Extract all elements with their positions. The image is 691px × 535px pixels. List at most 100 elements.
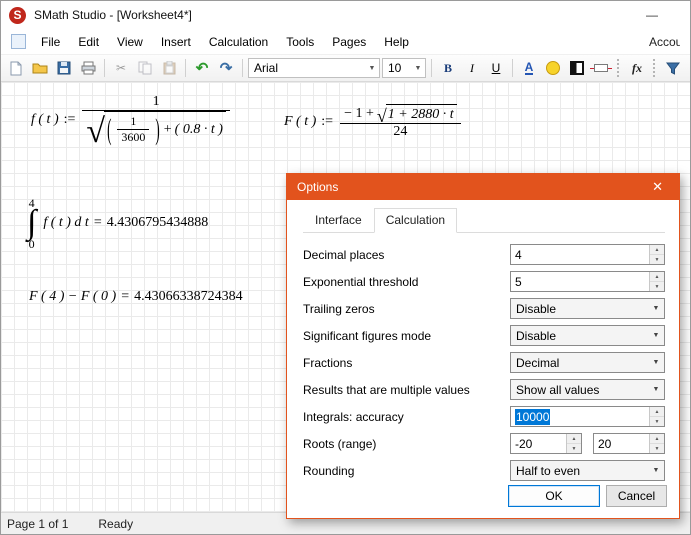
spin-up-icon[interactable]: ▲ [650, 272, 664, 282]
italic-button[interactable]: I [461, 57, 483, 79]
spin-up-icon[interactable]: ▲ [650, 245, 664, 255]
highlight-color-icon[interactable] [542, 57, 564, 79]
multiple-values-select[interactable]: Show all values ▼ [510, 379, 665, 400]
roots-min-stepper[interactable]: -20 ▲ ▼ [510, 433, 582, 454]
rounding-select[interactable]: Half to even ▼ [510, 460, 665, 481]
square-root: √ 1 + 2880 · t [377, 104, 457, 123]
field-value: -20 [511, 437, 566, 451]
separator-insert-button[interactable] [590, 57, 612, 79]
spin-buttons[interactable]: ▲ ▼ [649, 245, 664, 264]
formula-F-definition[interactable]: F ( t ) := − 1 + √ 1 + 2880 · t 24 [284, 104, 463, 140]
menu-help[interactable]: Help [375, 31, 418, 53]
underline-button[interactable]: U [485, 57, 507, 79]
significant-figures-select[interactable]: Disable ▼ [510, 325, 665, 346]
undo-icon[interactable]: ↶ [191, 57, 213, 79]
smath-logo-icon: S [9, 7, 26, 24]
spin-up-icon[interactable]: ▲ [650, 434, 664, 444]
integral-icon: ∫ [27, 209, 36, 238]
toolbar-separator [431, 59, 432, 77]
field-value: Decimal [516, 356, 559, 370]
integrals-accuracy-stepper[interactable]: 10000 ▲ ▼ [510, 406, 665, 427]
cut-icon[interactable]: ✂ [110, 57, 132, 79]
bold-button[interactable]: B [437, 57, 459, 79]
spin-down-icon[interactable]: ▼ [567, 444, 581, 453]
formula-f-definition[interactable]: f ( t ) := 1 √ ( 1 3600 ) + [31, 94, 232, 145]
save-icon[interactable] [53, 57, 75, 79]
roots-max-stepper[interactable]: 20 ▲ ▼ [593, 433, 665, 454]
menu-view[interactable]: View [108, 31, 152, 53]
menu-account[interactable]: Account [649, 35, 680, 49]
dialog-buttons: OK Cancel [508, 485, 667, 507]
minimize-button[interactable]: — [636, 6, 668, 24]
paren-open: ( [107, 111, 111, 148]
menu-file[interactable]: File [32, 31, 69, 53]
close-icon[interactable]: ✕ [646, 177, 669, 197]
spin-buttons[interactable]: ▲ ▼ [566, 434, 581, 453]
tab-interface[interactable]: Interface [303, 208, 374, 233]
difference-result: 4.43066338724384 [134, 289, 243, 305]
inner-fraction: 1 3600 [117, 114, 149, 145]
copy-icon[interactable] [134, 57, 156, 79]
new-page-icon[interactable] [5, 57, 27, 79]
ok-button[interactable]: OK [508, 485, 600, 507]
document-icon[interactable] [11, 34, 26, 49]
function-button[interactable]: fx [626, 57, 648, 79]
chevron-down-icon: ▼ [411, 65, 425, 72]
spin-down-icon[interactable]: ▼ [650, 417, 664, 426]
font-size-combo[interactable]: 10 ▼ [382, 58, 426, 78]
redo-icon[interactable]: ↷ [215, 57, 237, 79]
field-label: Decimal places [303, 248, 510, 262]
spin-up-icon[interactable]: ▲ [567, 434, 581, 444]
cancel-button[interactable]: Cancel [606, 485, 667, 507]
math-lhs: f ( t ) [31, 112, 59, 128]
menu-tools[interactable]: Tools [277, 31, 323, 53]
formula-integral[interactable]: 4 ∫ 0 f ( t ) d t = 4.4306795434888 [27, 197, 208, 250]
decimal-places-stepper[interactable]: 4 ▲ ▼ [510, 244, 665, 265]
open-folder-icon[interactable] [29, 57, 51, 79]
fractions-select[interactable]: Decimal ▼ [510, 352, 665, 373]
menu-insert[interactable]: Insert [152, 31, 200, 53]
spin-buttons[interactable]: ▲ ▼ [649, 407, 664, 426]
spin-buttons[interactable]: ▲ ▼ [649, 272, 664, 291]
window-titlebar[interactable]: S SMath Studio - [Worksheet4*] — [1, 1, 690, 29]
window-title: SMath Studio - [Worksheet4*] [34, 8, 636, 22]
trailing-zeros-select[interactable]: Disable ▼ [510, 298, 665, 319]
fraction-numerator: − 1 + √ 1 + 2880 · t [340, 104, 461, 123]
yellow-circle-icon [546, 61, 560, 75]
exponential-threshold-stepper[interactable]: 5 ▲ ▼ [510, 271, 665, 292]
spin-down-icon[interactable]: ▼ [650, 282, 664, 291]
spin-down-icon[interactable]: ▼ [650, 255, 664, 264]
formula-difference[interactable]: F ( 4 ) − F ( 0 ) = 4.43066338724384 [29, 289, 243, 305]
radical-body: ( 1 3600 ) + ( 0.8 · t ) [104, 111, 226, 145]
spin-buttons[interactable]: ▲ ▼ [649, 434, 664, 453]
field-value: Disable [516, 329, 556, 343]
menu-pages[interactable]: Pages [323, 31, 375, 53]
paste-icon[interactable] [158, 57, 180, 79]
row-fractions: Fractions Decimal ▼ [303, 349, 665, 376]
field-value: Disable [516, 302, 556, 316]
toolbar-separator [512, 59, 513, 77]
status-text: Ready [98, 517, 133, 531]
menu-bar: File Edit View Insert Calculation Tools … [1, 29, 690, 55]
fraction-denominator: 24 [389, 124, 411, 140]
print-icon[interactable] [77, 57, 99, 79]
font-family-value: Arial [254, 61, 278, 75]
radicand: 1 + 2880 · t [388, 107, 454, 123]
spin-up-icon[interactable]: ▲ [650, 407, 664, 417]
page-indicator: Page 1 of 1 [7, 517, 68, 531]
filter-icon[interactable] [662, 57, 684, 79]
dialog-titlebar[interactable]: Options ✕ [287, 174, 679, 200]
dash-box-icon [594, 64, 608, 72]
row-significant-figures: Significant figures mode Disable ▼ [303, 322, 665, 349]
radical-icon: √ [86, 118, 105, 145]
font-family-combo[interactable]: Arial ▼ [248, 58, 380, 78]
dialog-title: Options [297, 180, 338, 194]
border-button[interactable] [566, 57, 588, 79]
menu-calculation[interactable]: Calculation [200, 31, 277, 53]
spin-down-icon[interactable]: ▼ [650, 444, 664, 453]
font-color-button[interactable]: A [518, 57, 540, 79]
equals-sign: = [121, 289, 129, 305]
field-value: 5 [511, 275, 649, 289]
tab-calculation[interactable]: Calculation [374, 208, 457, 233]
menu-edit[interactable]: Edit [69, 31, 108, 53]
